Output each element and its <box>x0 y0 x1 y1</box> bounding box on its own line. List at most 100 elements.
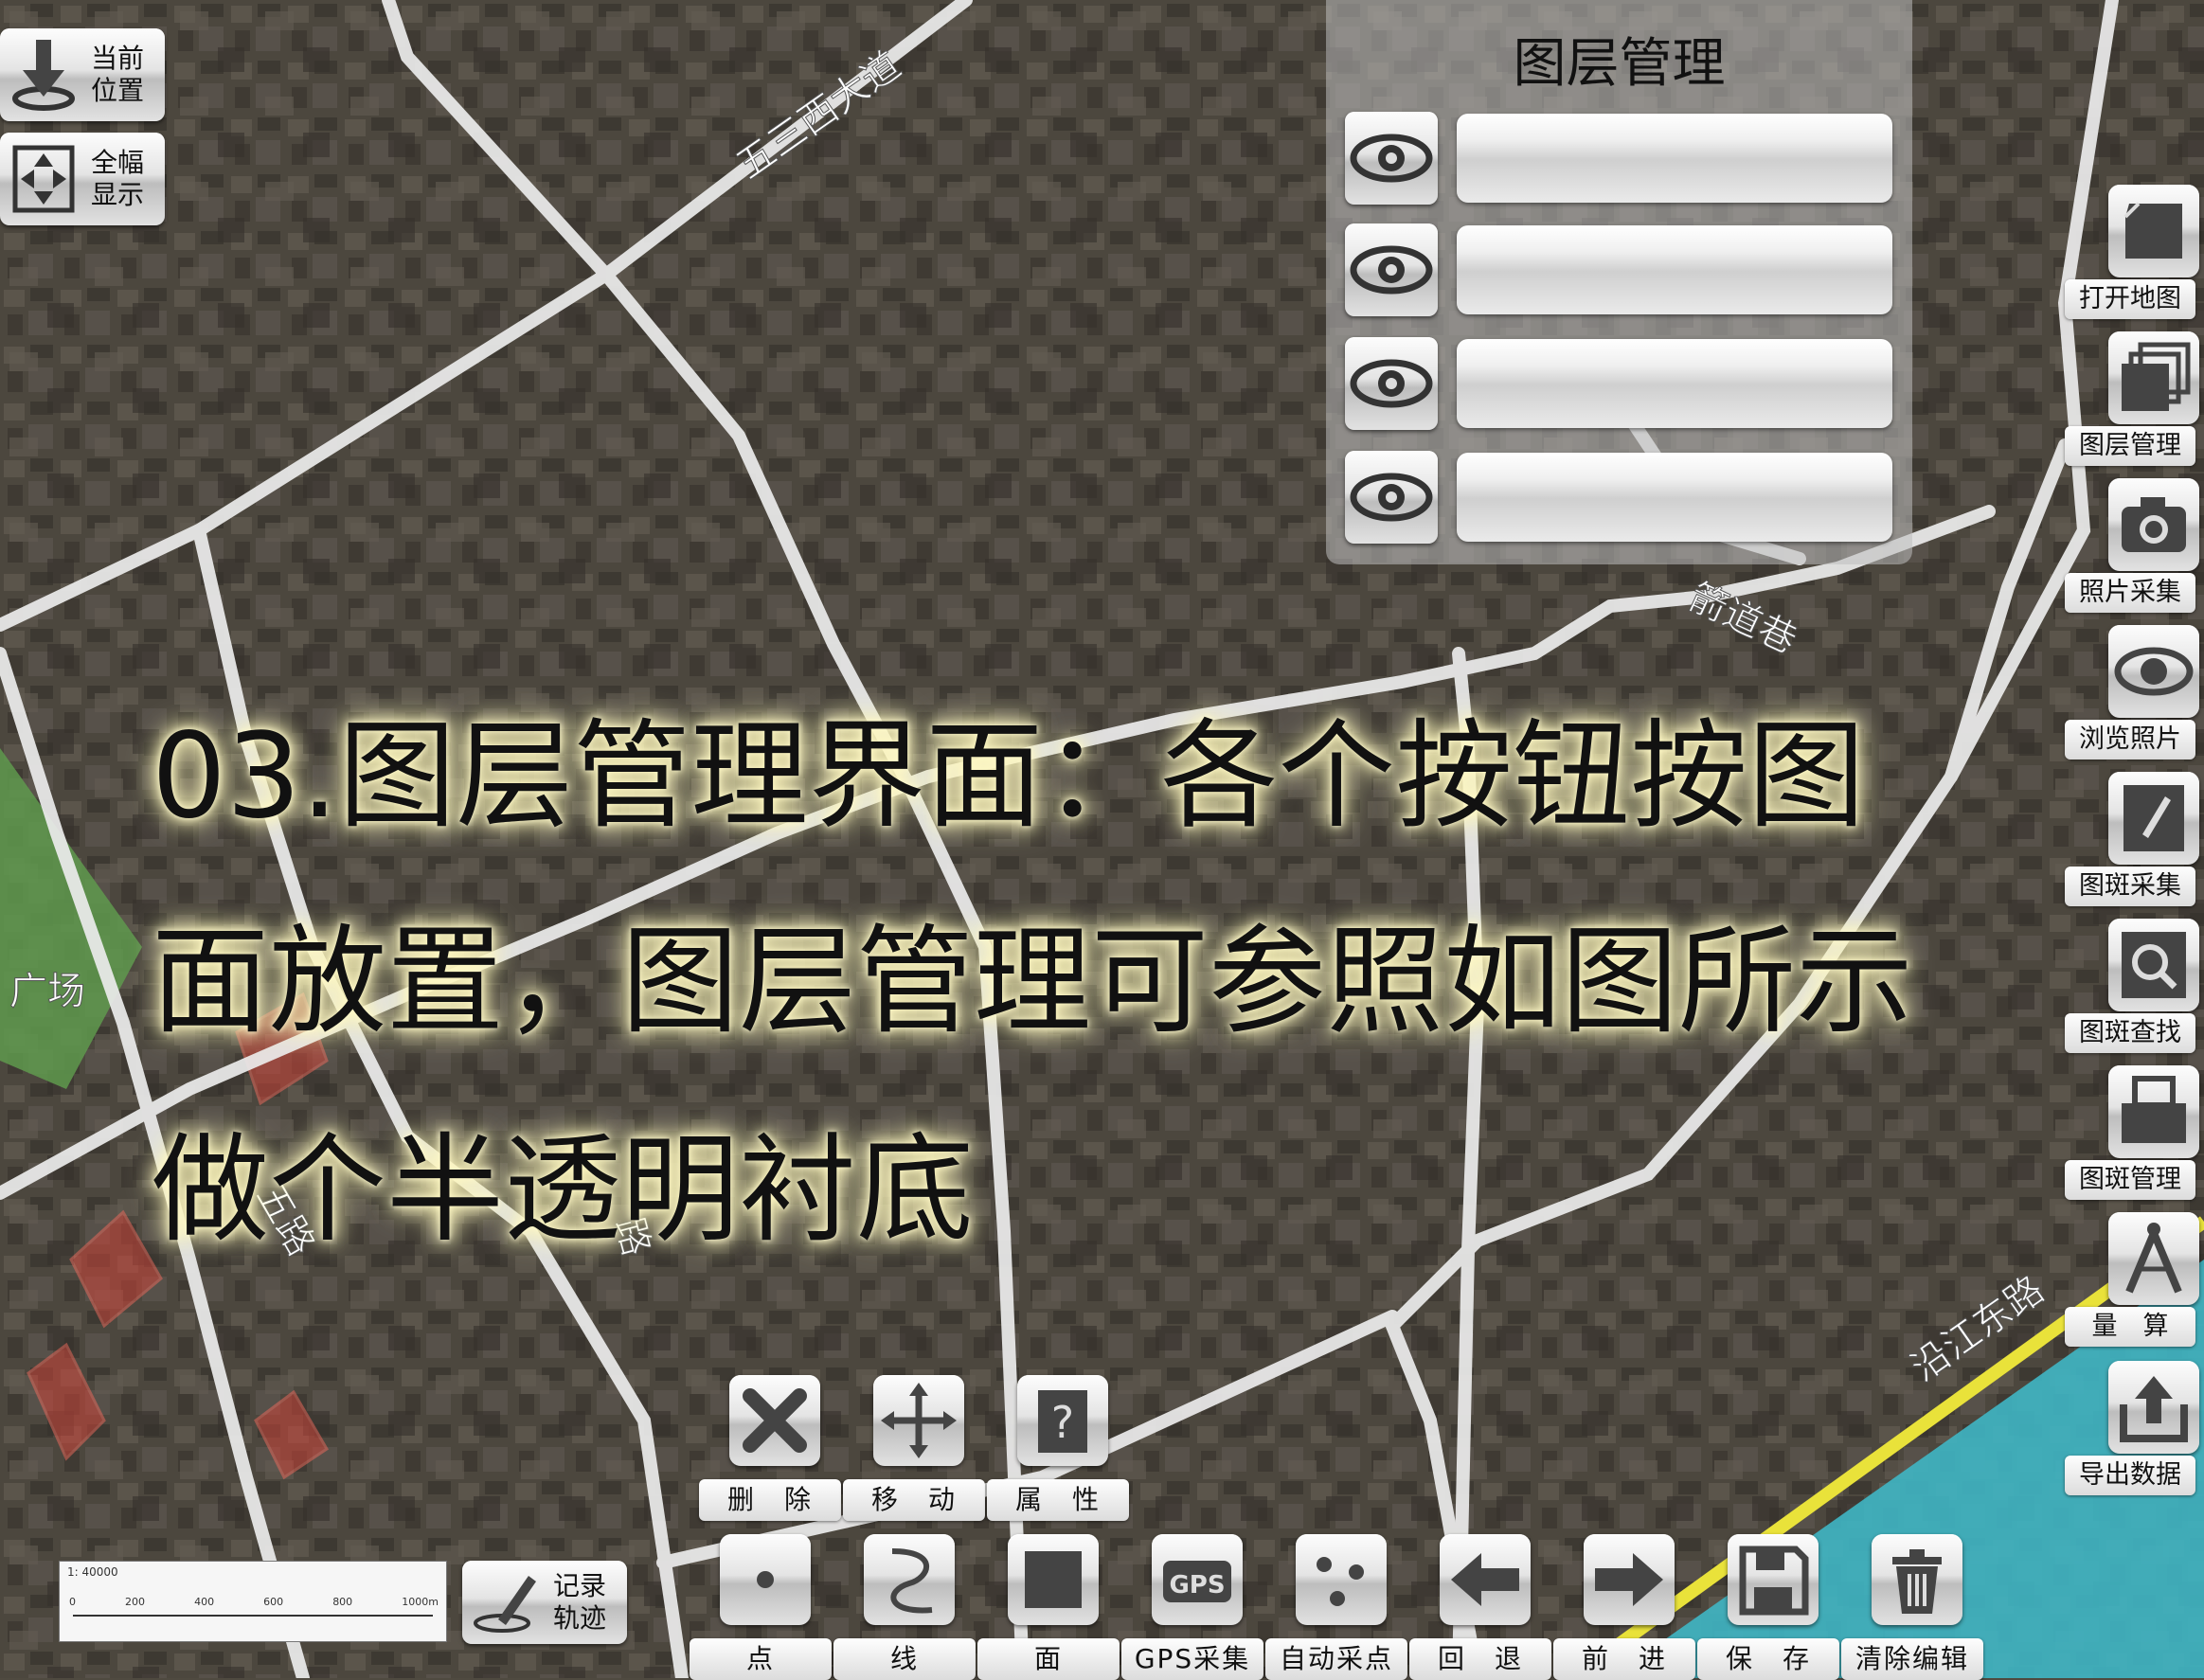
layer-name-bar[interactable] <box>1457 225 1892 314</box>
svg-text:?: ? <box>1051 1397 1074 1448</box>
layer-visibility-toggle[interactable] <box>1345 223 1438 316</box>
point-button[interactable] <box>720 1534 811 1625</box>
auto-point-icon <box>1317 1557 1364 1606</box>
locate-label: 当前 位置 <box>91 43 145 106</box>
layer-row <box>1345 451 1894 545</box>
clear-edit-button[interactable] <box>1872 1534 1962 1625</box>
gps-button[interactable]: GPS <box>1152 1534 1243 1625</box>
fullview-button[interactable]: 全幅 显示 <box>0 133 165 225</box>
layer-row <box>1345 223 1894 318</box>
parcel-manage-button[interactable] <box>2108 1065 2199 1158</box>
measure-button[interactable] <box>2108 1212 2199 1305</box>
record-track-button[interactable]: 记录 轨迹 <box>462 1561 627 1644</box>
move-icon <box>881 1383 957 1458</box>
layer-visibility-toggle[interactable] <box>1345 337 1438 430</box>
save-button[interactable] <box>1728 1534 1819 1625</box>
auto-point-button[interactable] <box>1296 1534 1387 1625</box>
manage-icon <box>2122 1076 2186 1143</box>
redo-button[interactable] <box>1584 1534 1675 1625</box>
pen-icon <box>2123 785 2184 851</box>
annotation-line-1: 03.图层管理界面：各个按钮按图 <box>152 708 1866 845</box>
parcel-capture-button[interactable] <box>2108 772 2199 865</box>
undo-label: 回 退 <box>1409 1638 1551 1680</box>
open-map-icon <box>2123 202 2182 259</box>
undo-button[interactable] <box>1440 1534 1531 1625</box>
track-pen-icon <box>474 1576 536 1633</box>
annotation-line-3: 做个半透明衬底 <box>152 1122 975 1259</box>
delete-label: 删 除 <box>699 1479 841 1521</box>
camera-icon <box>2122 497 2186 552</box>
parcel-capture-label: 图斑采集 <box>2065 867 2195 906</box>
road-label-guangchang: 广场 <box>9 970 85 1013</box>
forward-arrow-icon <box>1595 1553 1663 1606</box>
auto-point-label: 自动采点 <box>1265 1638 1407 1680</box>
scale-line <box>73 1615 433 1617</box>
magnifier-icon <box>2122 932 2186 998</box>
eye-icon <box>1350 134 1433 183</box>
scale-bar: 1: 40000 0 200 400 600 800 1000m <box>59 1561 447 1642</box>
gps-icon: GPS <box>1163 1561 1231 1602</box>
save-icon <box>1739 1546 1809 1616</box>
clear-edit-label: 清除编辑 <box>1841 1638 1983 1680</box>
trash-icon <box>1892 1549 1942 1614</box>
scale-ticks: 0 200 400 600 800 1000m <box>69 1596 439 1608</box>
line-button[interactable] <box>864 1534 955 1625</box>
properties-icon: ? <box>1038 1390 1087 1453</box>
scale-tick: 1000m <box>402 1596 439 1608</box>
point-label: 点 <box>690 1638 832 1680</box>
layer-row <box>1345 337 1894 432</box>
move-button[interactable] <box>873 1375 964 1466</box>
line-icon <box>890 1548 933 1614</box>
locate-button[interactable]: 当前 位置 <box>0 28 165 121</box>
scale-ratio: 1: 40000 <box>67 1565 118 1579</box>
layer-name-bar[interactable] <box>1457 453 1892 542</box>
layers-button[interactable] <box>2108 331 2199 424</box>
export-label: 导出数据 <box>2065 1456 2195 1495</box>
delete-button[interactable] <box>729 1375 820 1466</box>
record-track-label: 记录 轨迹 <box>553 1570 607 1634</box>
save-label: 保 存 <box>1697 1638 1839 1680</box>
photo-capture-label: 照片采集 <box>2065 573 2195 613</box>
redo-label: 前 进 <box>1553 1638 1695 1680</box>
back-arrow-icon <box>1451 1553 1519 1606</box>
layer-visibility-toggle[interactable] <box>1345 451 1438 544</box>
eye-icon <box>2114 647 2194 696</box>
scale-tick: 400 <box>194 1596 215 1608</box>
eye-icon <box>1350 359 1433 408</box>
polygon-label: 面 <box>977 1638 1120 1680</box>
layers-label: 图层管理 <box>2065 426 2195 466</box>
layers-icon <box>2122 342 2191 411</box>
properties-label: 属 性 <box>987 1479 1129 1521</box>
compass-icon <box>2125 1223 2182 1294</box>
layer-panel-title: 图层管理 <box>1513 33 1726 95</box>
properties-button[interactable]: ? <box>1017 1375 1108 1466</box>
layer-visibility-toggle[interactable] <box>1345 112 1438 205</box>
fullview-icon <box>12 145 75 213</box>
open-map-button[interactable] <box>2108 185 2199 277</box>
line-label: 线 <box>833 1638 976 1680</box>
polygon-icon <box>1025 1551 1082 1608</box>
scale-tick: 800 <box>332 1596 353 1608</box>
fullview-label: 全幅 显示 <box>91 147 145 210</box>
eye-icon <box>1350 245 1433 295</box>
parcel-manage-label: 图斑管理 <box>2065 1160 2195 1200</box>
browse-photos-button[interactable] <box>2108 625 2199 718</box>
parcel-search-button[interactable] <box>2108 919 2199 1011</box>
layer-row <box>1345 112 1894 206</box>
point-icon <box>757 1571 774 1588</box>
scale-tick: 0 <box>69 1596 76 1608</box>
svg-text:GPS: GPS <box>1169 1571 1225 1600</box>
locate-icon <box>12 40 75 111</box>
parcel-search-label: 图斑查找 <box>2065 1013 2195 1053</box>
measure-label: 量 算 <box>2065 1307 2195 1347</box>
scale-tick: 600 <box>263 1596 284 1608</box>
layer-panel: 图层管理 <box>1326 0 1912 564</box>
photo-capture-button[interactable] <box>2108 478 2199 571</box>
polygon-button[interactable] <box>1008 1534 1099 1625</box>
layer-name-bar[interactable] <box>1457 339 1892 428</box>
layer-name-bar[interactable] <box>1457 114 1892 203</box>
export-button[interactable] <box>2108 1361 2199 1454</box>
scale-tick: 200 <box>125 1596 146 1608</box>
move-label: 移 动 <box>843 1479 985 1521</box>
open-map-label: 打开地图 <box>2065 279 2195 319</box>
